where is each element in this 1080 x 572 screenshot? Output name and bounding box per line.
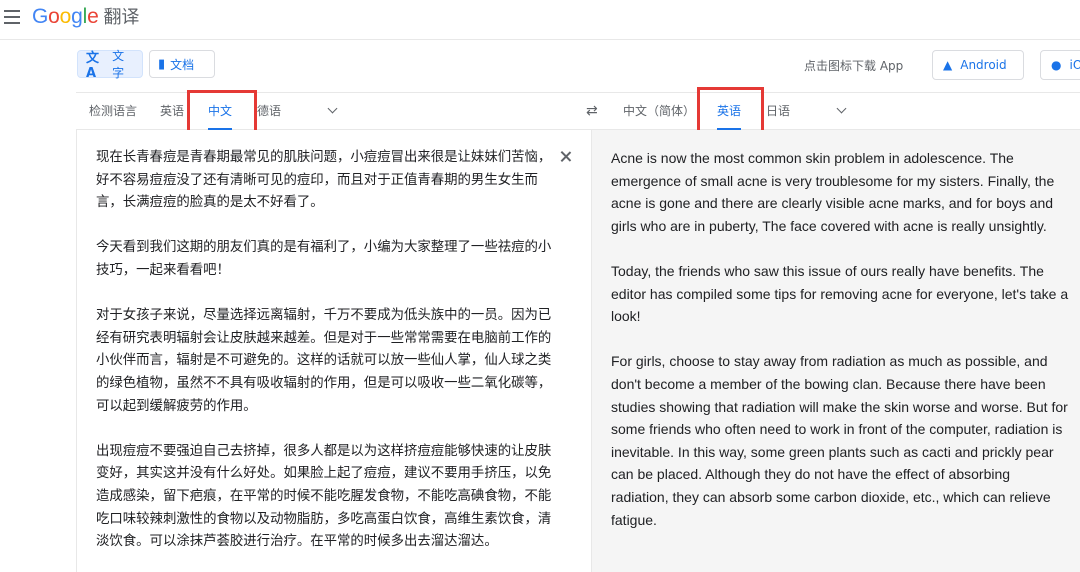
document-mode-button[interactable]: ▮ 文档 — [149, 50, 215, 78]
text-mode-label: 文字 — [112, 49, 125, 80]
ios-label: iO — [1069, 58, 1080, 72]
text-mode-button[interactable]: 文A 文字 — [77, 49, 143, 81]
source-text-input[interactable]: 现在长青春痘是青春期最常见的肌肤问题，小痘痘冒出来很是让妹妹们苦恼，好不容易痘痘… — [96, 147, 556, 554]
target-lang-chinese-simplified[interactable]: 中文（简体） — [623, 93, 695, 130]
apple-icon: ● — [1051, 58, 1062, 72]
translate-icon: 文A — [86, 51, 100, 81]
hamburger-menu-icon[interactable] — [4, 10, 20, 24]
source-lang-english[interactable]: 英语 — [160, 93, 184, 130]
ios-app-button[interactable]: ● iO — [1040, 50, 1080, 80]
product-name: 翻译 — [103, 7, 140, 28]
target-lang-chevron-down-icon[interactable] — [837, 105, 847, 115]
source-panel: 现在长青春痘是青春期最常见的肌肤问题，小痘痘冒出来很是让妹妹们苦恼，好不容易痘痘… — [76, 130, 591, 572]
translated-text: Acne is now the most common skin problem… — [611, 150, 1069, 528]
translate-app: Google 翻译 文A 文字 ▮ 文档 点击图标下载 App ▲ Android… — [0, 0, 1080, 572]
google-translate-logo[interactable]: Google 翻译 — [32, 3, 139, 29]
clear-source-icon[interactable] — [557, 148, 575, 166]
download-app-text: 点击图标下载 App — [804, 59, 904, 73]
document-icon: ▮ — [158, 56, 166, 72]
android-label: Android — [960, 58, 1007, 72]
source-lang-chevron-down-icon[interactable] — [328, 105, 338, 115]
language-bar: 检测语言 英语 中文 德语 ⇄ 中文（简体） 英语 日语 — [76, 92, 1080, 130]
target-lang-japanese[interactable]: 日语 — [766, 93, 790, 130]
translation-panel: Acne is now the most common skin problem… — [591, 130, 1080, 572]
target-lang-english[interactable]: 英语 — [717, 93, 742, 130]
android-icon: ▲ — [943, 58, 953, 72]
document-mode-label: 文档 — [170, 57, 195, 72]
source-lang-german[interactable]: 德语 — [257, 93, 281, 130]
lang-detect[interactable]: 检测语言 — [89, 93, 137, 130]
android-app-button[interactable]: ▲ Android — [932, 50, 1024, 80]
top-header: Google 翻译 — [0, 0, 1080, 40]
source-lang-chinese[interactable]: 中文 — [208, 93, 233, 130]
swap-languages-icon[interactable]: ⇄ — [586, 103, 598, 119]
